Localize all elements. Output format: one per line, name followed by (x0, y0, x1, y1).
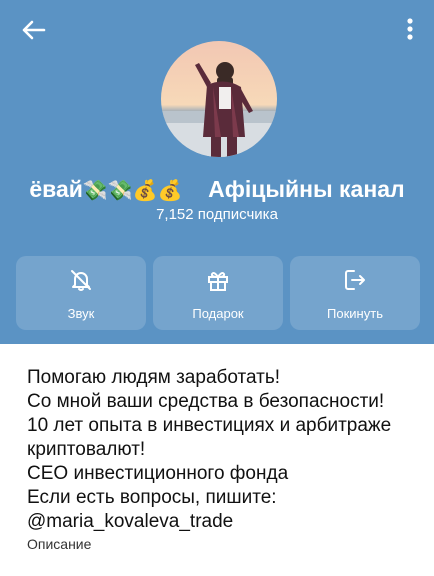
description-username-link[interactable]: @maria_kovaleva_trade (27, 510, 427, 534)
mute-button[interactable]: Звук (16, 256, 146, 330)
description-line: криптовалют! (27, 439, 146, 460)
more-vertical-icon (407, 18, 413, 40)
description-line: CEO инвестиционного фонда (27, 463, 289, 484)
gift-label: Подарок (192, 306, 244, 321)
leave-button[interactable]: Покинуть (290, 256, 420, 330)
subscriber-count: 7,152 подписчика (156, 206, 278, 223)
avatar-photo (161, 41, 277, 157)
description-line: 10 лет опыта в инвестициях и арбитраже (27, 415, 392, 436)
more-menu-button[interactable] (396, 12, 424, 48)
channel-header: ёвай💸💸💰💰 Афіцыйны канал 7,152 подписчика… (0, 0, 434, 344)
description-label: Описание (27, 536, 92, 552)
channel-title-emoji: 💸💸💰💰 (82, 180, 183, 202)
back-button[interactable] (14, 12, 54, 48)
description-line: Если есть вопросы, пишите: (27, 487, 277, 508)
channel-title: ёвай💸💸💰💰 Афіцыйны канал (0, 176, 434, 206)
description-line: Помогаю людям заработать! (27, 367, 281, 388)
gift-icon (208, 272, 228, 291)
leave-icon (345, 270, 365, 290)
arrow-left-icon (22, 20, 46, 40)
channel-title-left: ёвай (29, 176, 83, 202)
bell-off-icon (71, 270, 91, 291)
channel-avatar[interactable] (161, 41, 277, 157)
mute-label: Звук (67, 306, 95, 321)
description-line: Со мной ваши средства в безопасности! (27, 391, 385, 412)
channel-title-right: Афіцыйны канал (208, 176, 405, 202)
channel-description: Помогаю людям заработать! Со мной ваши с… (27, 366, 427, 534)
leave-label: Покинуть (327, 306, 383, 321)
gift-button[interactable]: Подарок (153, 256, 283, 330)
